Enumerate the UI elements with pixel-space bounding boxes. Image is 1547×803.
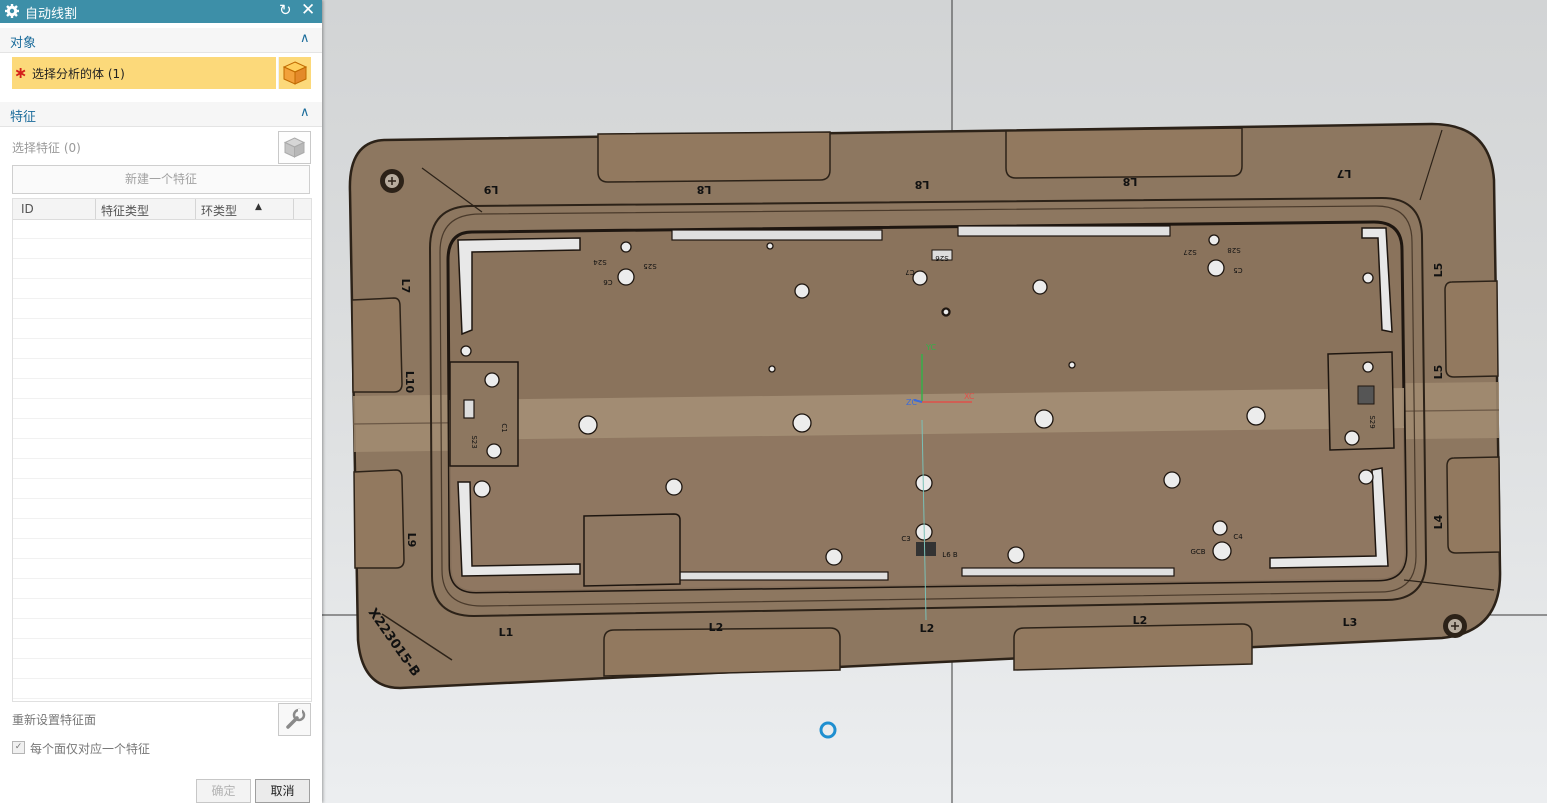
- component-label: C7: [905, 268, 914, 276]
- edge-label: L8: [1123, 175, 1138, 188]
- object-group-label: 对象: [10, 36, 37, 51]
- reset-icon[interactable]: ↻: [279, 1, 292, 19]
- edge-label: L2: [1133, 614, 1148, 627]
- component-label: S24: [593, 258, 607, 266]
- component-label: S27: [1183, 248, 1196, 256]
- component-label: GCB: [1190, 548, 1205, 556]
- gear-icon: [5, 4, 19, 18]
- feature-group-header[interactable]: 特征 ∧: [0, 102, 322, 127]
- select-body-row[interactable]: ∗ 选择分析的体 (1): [12, 57, 276, 89]
- component-label: S26: [935, 254, 949, 262]
- component-label: C6: [603, 278, 613, 286]
- cancel-button[interactable]: 取消: [255, 779, 310, 803]
- collapse-chevron-icon[interactable]: ∧: [300, 31, 310, 46]
- component-label: S28: [1227, 246, 1240, 254]
- component-label: S25: [643, 262, 656, 270]
- edge-label: L4: [1432, 514, 1445, 529]
- graphics-viewport[interactable]: L1 L2 L2 L2 L3 L4 L5 L5 L7 L8 L8 L8 L9 L9 L10 L7 S24 S25…: [322, 0, 1547, 803]
- edge-label: L9: [484, 183, 499, 196]
- feature-group-label: 特征: [10, 110, 37, 125]
- part-view[interactable]: L1 L2 L2 L2 L3 L4 L5 L5 L7 L8 L8 L8 L9 L9 L10 L7 S24 S25…: [322, 0, 1547, 803]
- component-label: C3: [901, 535, 910, 543]
- one-feature-per-face-checkbox[interactable]: ✓: [12, 741, 25, 754]
- zc-axis-label: ZC: [906, 398, 917, 407]
- component-label: L6 B: [942, 551, 958, 559]
- edge-label: L7: [1337, 167, 1352, 180]
- component-label: C5: [1233, 266, 1242, 274]
- component-label: C1: [500, 423, 508, 432]
- edge-label: L8: [697, 183, 712, 196]
- edge-label: L8: [915, 178, 930, 191]
- required-asterisk-icon: ∗: [14, 63, 28, 82]
- yc-axis-label: YC: [925, 343, 936, 352]
- object-group-header[interactable]: 对象 ∧: [0, 28, 322, 53]
- column-header-id[interactable]: ID: [21, 202, 34, 216]
- column-divider[interactable]: [95, 199, 96, 219]
- reset-feature-faces-label: 重新设置特征面: [12, 713, 97, 727]
- edge-label: L1: [499, 626, 514, 639]
- wrench-icon: [286, 708, 306, 729]
- select-feature-label: 选择特征 (0): [12, 141, 81, 155]
- collapse-chevron-icon[interactable]: ∧: [300, 105, 310, 120]
- select-body-button[interactable]: [278, 57, 311, 89]
- cursor-marker: [819, 721, 837, 739]
- component-label: C4: [1233, 533, 1243, 541]
- dialog-title: 自动线割: [25, 7, 78, 22]
- auto-wire-cut-dialog: 自动线割 ↻ ✕ 对象 ∧ ∗ 选择分析的体 (1) 特征 ∧ 选择特征 (0)…: [0, 0, 322, 803]
- edge-label: L3: [1343, 616, 1358, 629]
- select-body-label: 选择分析的体 (1): [32, 67, 125, 81]
- select-feature-button[interactable]: [278, 131, 311, 164]
- feature-table-header: ID 特征类型 环类型 ▲: [13, 199, 311, 220]
- reset-feature-faces-button[interactable]: [278, 703, 311, 736]
- edge-label: L9: [405, 533, 418, 548]
- edge-label: L2: [709, 621, 724, 634]
- column-divider[interactable]: [195, 199, 196, 219]
- plate-model[interactable]: [348, 122, 1502, 690]
- dialog-titlebar[interactable]: 自动线割 ↻ ✕: [0, 0, 322, 23]
- close-icon[interactable]: ✕: [301, 0, 315, 20]
- column-divider[interactable]: [293, 199, 294, 219]
- component-label: S29: [1368, 415, 1376, 428]
- xc-axis-label: XC: [964, 392, 975, 401]
- sort-ascending-icon[interactable]: ▲: [255, 202, 262, 212]
- solid-body-cube-icon: [282, 61, 308, 85]
- one-feature-per-face-label: 每个面仅对应一个特征: [30, 742, 151, 756]
- feature-cube-icon: [283, 137, 306, 158]
- edge-label: L2: [920, 622, 935, 635]
- feature-table[interactable]: ID 特征类型 环类型 ▲: [12, 198, 312, 702]
- new-feature-button[interactable]: 新建一个特征: [12, 165, 310, 194]
- edge-label: L5: [1432, 365, 1445, 380]
- column-header-feature-type[interactable]: 特征类型: [101, 202, 149, 219]
- edge-label: L5: [1432, 263, 1445, 278]
- ok-button[interactable]: 确定: [196, 779, 251, 803]
- edge-label: L7: [399, 279, 412, 294]
- edge-label: L10: [403, 371, 416, 394]
- component-label: S23: [470, 435, 478, 448]
- column-header-loop-type[interactable]: 环类型: [201, 202, 237, 219]
